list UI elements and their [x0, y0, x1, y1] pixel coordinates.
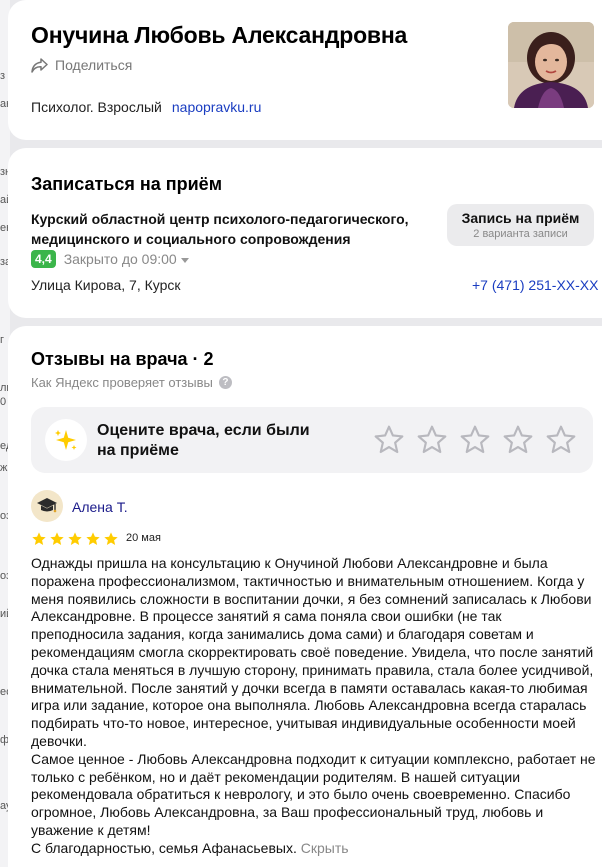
rate-stars: [373, 424, 577, 456]
background-glyph: ж: [0, 462, 8, 474]
review-star-icon: [31, 531, 47, 552]
source-link[interactable]: napopravku.ru: [172, 99, 262, 115]
booking-title: Записаться на приём: [31, 174, 223, 194]
share-icon: [31, 57, 48, 73]
background-glyph: 0: [0, 396, 7, 408]
hours-dropdown[interactable]: Закрыто до 09:00: [64, 251, 189, 267]
review-star-icon: [49, 531, 65, 552]
review-star-icon: [67, 531, 83, 552]
hours-text: Закрыто до 09:00: [63, 251, 177, 267]
doctor-photo: [508, 22, 594, 108]
rate-doctor-box: Оцените врача, если были на приёме: [31, 407, 593, 473]
review-text: Однажды пришла на консультацию к Онучино…: [31, 555, 596, 858]
clinic-address: Улица Кирова, 7, Курск: [31, 277, 181, 293]
sparkles-icon: [45, 419, 87, 461]
question-icon: ?: [218, 376, 232, 389]
review-paragraph: Однажды пришла на консультацию к Онучино…: [31, 555, 594, 749]
specialty-text: Психолог. Взрослый: [31, 99, 162, 115]
review-signature: С благодарностью, семья Афанасьевых.: [31, 839, 297, 856]
clinic-rating-row: 4,4 Закрыто до 09:00: [31, 250, 189, 268]
rate-prompt: Оцените врача, если были на приёме: [97, 422, 310, 459]
share-button[interactable]: Поделиться: [31, 57, 132, 73]
reviewer-name[interactable]: Алена Т.: [72, 499, 128, 515]
booking-card: Записаться на приём Курский областной це…: [8, 148, 602, 318]
doctor-header-card: Онучина Любовь Александровна Поделиться …: [8, 0, 602, 140]
book-button-sub: 2 варианта записи: [473, 228, 568, 240]
background-glyph: г: [0, 334, 5, 346]
review-date: 20 мая: [126, 532, 161, 544]
review-check-label: Как Яндекс проверяет отзывы: [31, 375, 213, 390]
hide-review-link[interactable]: Скрыть: [301, 840, 349, 856]
share-label: Поделиться: [55, 57, 133, 73]
reviewer-avatar[interactable]: [31, 490, 63, 522]
specialty-row: Психолог. Взрослый napopravku.ru: [31, 99, 261, 115]
rate-star-4[interactable]: [502, 424, 534, 456]
book-appointment-button[interactable]: Запись на приём 2 варианта записи: [447, 204, 594, 246]
clinic-name[interactable]: Курский областной центр психолого-педаго…: [31, 209, 431, 249]
reviews-title: Отзывы на врача · 2: [31, 349, 214, 369]
review-stars: [31, 531, 119, 552]
doctor-name: Онучина Любовь Александровна: [31, 22, 408, 48]
background-glyph: з: [0, 70, 6, 82]
review-star-icon: [85, 531, 101, 552]
review-check-link[interactable]: Как Яндекс проверяет отзывы ?: [31, 375, 232, 390]
reviews-card: Отзывы на врача · 2 Как Яндекс проверяет…: [8, 326, 602, 867]
rate-star-3[interactable]: [459, 424, 491, 456]
review-paragraph: Самое ценное - Любовь Александровна подх…: [31, 750, 596, 838]
rating-badge: 4,4: [31, 250, 56, 268]
review-star-icon: [103, 531, 119, 552]
rate-star-1[interactable]: [373, 424, 405, 456]
chevron-down-icon: [180, 251, 189, 267]
review-paragraph: С благодарностью, семья Афанасьевых. Скр…: [31, 840, 596, 858]
clinic-phone[interactable]: +7 (471) 251-XX-XX: [472, 277, 598, 293]
rate-star-2[interactable]: [416, 424, 448, 456]
book-button-label: Запись на приём: [461, 210, 580, 226]
rate-star-5[interactable]: [545, 424, 577, 456]
